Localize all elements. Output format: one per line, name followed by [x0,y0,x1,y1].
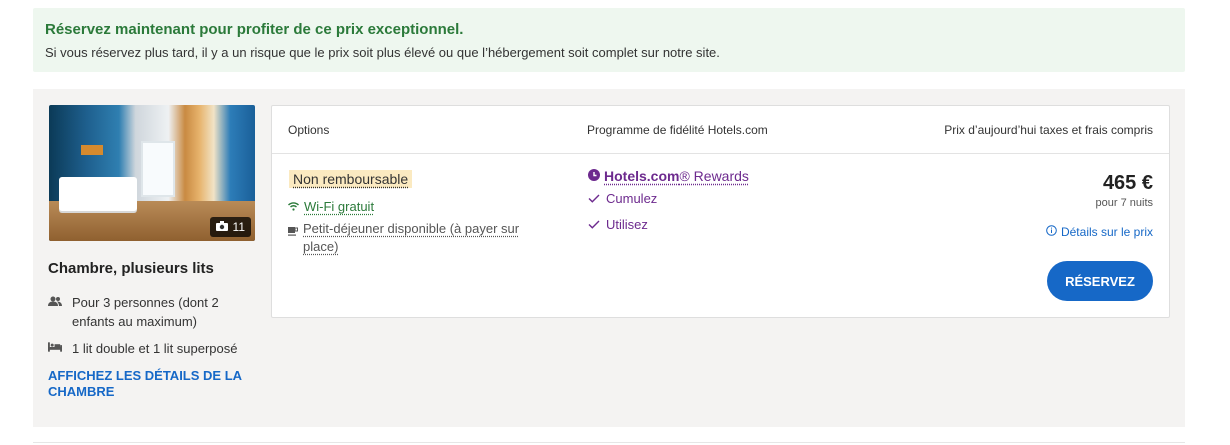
wifi-label: Wi-Fi gratuit [304,199,375,214]
photo-window [141,141,175,197]
breakfast-label: Petit-déjeuner disponible (à payer sur p… [303,221,520,254]
bed-icon [48,339,62,358]
rewards-program-link[interactable]: Hotels.com® Rewards [588,168,749,184]
breakfast-option[interactable]: Petit-déjeuner disponible (à payer sur p… [288,220,543,256]
rewards-earn-label: Cumulez [606,191,658,206]
photo-poster [81,145,103,155]
price-alert-banner: Réservez maintenant pour profiter de ce … [33,8,1185,72]
total-price: 465 € [1102,172,1153,194]
people-icon [48,293,62,331]
header-price: Prix d’aujourd’hui taxes et frais compri… [944,123,1153,137]
photo-bed [59,177,137,211]
wifi-icon [288,198,299,216]
rewards-name: Hotels.com® Rewards [604,168,749,184]
bed-feature: 1 lit double et 1 lit superposé [48,339,263,358]
non-refundable-badge[interactable]: Non remboursable [289,170,413,188]
room-card: 11 Chambre, plusieurs lits Pour 3 person… [33,89,1185,427]
room-photo[interactable]: 11 [49,105,255,241]
rewards-brand: Hotels.com [604,168,680,184]
camera-icon [215,220,228,234]
rewards-earn: Cumulez [588,191,657,206]
coffee-icon [288,220,298,256]
room-title: Chambre, plusieurs lits [48,260,214,277]
hotels-rewards-icon [588,168,600,184]
price-nights: pour 7 nuits [1095,197,1153,209]
price-details-label: Détails sur le prix [1060,225,1153,239]
rewards-suffix: ® Rewards [679,168,749,184]
check-icon [588,217,600,232]
occupancy-text: Pour 3 personnes (dont 2 enfants au maxi… [72,295,219,329]
occupancy-feature: Pour 3 personnes (dont 2 enfants au maxi… [48,293,263,331]
room-details-link[interactable]: AFFICHEZ LES DÉTAILS DE LA CHAMBRE [48,368,258,400]
info-icon [1046,225,1057,239]
divider [33,442,1185,443]
rewards-use: Utilisez [588,217,648,232]
wifi-option[interactable]: Wi-Fi gratuit [288,198,374,216]
price-details-link[interactable]: Détails sur le prix [1046,225,1153,239]
banner-text: Si vous réservez plus tard, il y a un ri… [45,45,720,60]
bed-text: 1 lit double et 1 lit superposé [72,341,238,356]
rewards-use-label: Utilisez [606,217,648,232]
reserve-button[interactable]: RÉSERVEZ [1047,261,1153,301]
photo-count: 11 [232,220,245,234]
check-icon [588,191,600,206]
rate-panel: Options Programme de fidélité Hotels.com… [271,105,1170,318]
banner-title: Réservez maintenant pour profiter de ce … [45,21,464,38]
header-loyalty-program: Programme de fidélité Hotels.com [587,123,768,137]
rate-table-header: Options Programme de fidélité Hotels.com… [272,106,1169,154]
header-options: Options [288,123,330,137]
photo-gallery-button[interactable]: 11 [209,217,251,237]
